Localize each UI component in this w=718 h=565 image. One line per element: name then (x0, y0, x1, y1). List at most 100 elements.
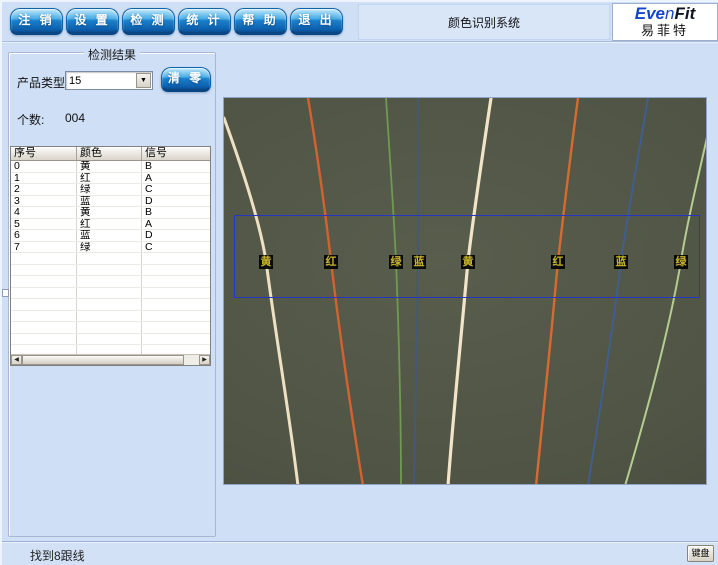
column-header-color[interactable]: 颜色 (77, 147, 142, 160)
table-cell: 4 (11, 207, 77, 218)
wire-color-label: 红 (551, 255, 565, 269)
group-title: 检测结果 (84, 46, 140, 63)
results-table: 序号 颜色 信号 0黄B1红A2绿C3蓝D4黄B5红A6蓝D7绿C ◀ ▶ (10, 146, 211, 366)
wire-green-2 (625, 133, 707, 485)
table-row-empty[interactable] (11, 276, 210, 288)
table-cell (142, 334, 210, 345)
wire-color-label: 绿 (674, 255, 688, 269)
wire-color-label: 红 (324, 255, 338, 269)
table-cell (142, 276, 210, 287)
table-cell (77, 265, 142, 276)
table-cell: C (142, 184, 210, 195)
column-header-signal[interactable]: 信号 (142, 147, 210, 160)
title-panel: 颜色识别系统 (358, 4, 610, 40)
table-cell: 红 (77, 219, 142, 230)
table-row[interactable]: 2绿C (11, 184, 210, 196)
wire-color-label: 黄 (461, 255, 475, 269)
table-body: 0黄B1红A2绿C3蓝D4黄B5红A6蓝D7绿C (11, 161, 210, 357)
toolbar-button-help[interactable]: 帮 助 (234, 8, 287, 35)
table-cell (11, 299, 77, 310)
table-cell: 1 (11, 173, 77, 184)
toolbar-button-exit[interactable]: 退 出 (290, 8, 343, 35)
scroll-left-arrow-icon[interactable]: ◀ (11, 355, 22, 365)
wire-color-label: 黄 (259, 255, 273, 269)
wire-color-label: 蓝 (412, 255, 426, 269)
table-row[interactable]: 3蓝D (11, 196, 210, 208)
table-cell (11, 288, 77, 299)
toolbar-button-logout[interactable]: 注 销 (10, 8, 63, 35)
wire-yellow-1 (224, 118, 298, 485)
table-cell: D (142, 196, 210, 207)
logo: EvenFit 易菲特 (612, 3, 718, 41)
table-cell: 7 (11, 242, 77, 253)
table-cell (142, 265, 210, 276)
table-cell: C (142, 242, 210, 253)
table-row-empty[interactable] (11, 253, 210, 265)
product-type-value: 15 (69, 75, 81, 87)
product-type-label: 产品类型: (17, 74, 68, 91)
table-cell: B (142, 207, 210, 218)
toolbar-button-settings[interactable]: 设 置 (66, 8, 119, 35)
table-row-empty[interactable] (11, 265, 210, 277)
table-cell (11, 322, 77, 333)
table-cell (77, 288, 142, 299)
table-cell (77, 276, 142, 287)
table-cell: A (142, 219, 210, 230)
table-cell (142, 288, 210, 299)
status-bar: 找到8跟线 键盘 (2, 541, 718, 565)
table-row[interactable]: 5红A (11, 219, 210, 231)
table-row-empty[interactable] (11, 334, 210, 346)
table-cell: 绿 (77, 242, 142, 253)
column-header-index[interactable]: 序号 (11, 147, 77, 160)
table-cell: 2 (11, 184, 77, 195)
table-row[interactable]: 7绿C (11, 242, 210, 254)
status-message: 找到8跟线 (30, 547, 85, 564)
table-row-empty[interactable] (11, 299, 210, 311)
keyboard-button[interactable]: 键盘 (687, 545, 714, 562)
clear-button[interactable]: 清 零 (161, 67, 211, 92)
table-cell (77, 311, 142, 322)
table-row-empty[interactable] (11, 322, 210, 334)
table-cell (77, 334, 142, 345)
table-cell (11, 265, 77, 276)
table-cell: 黄 (77, 161, 142, 172)
table-row-empty[interactable] (11, 288, 210, 300)
table-cell: B (142, 161, 210, 172)
table-cell: D (142, 230, 210, 241)
toolbar-button-detect[interactable]: 检 测 (122, 8, 175, 35)
table-cell (142, 253, 210, 264)
table-row[interactable]: 6蓝D (11, 230, 210, 242)
table-cell (142, 299, 210, 310)
table-cell (11, 311, 77, 322)
table-cell (77, 322, 142, 333)
table-cell (11, 276, 77, 287)
count-value: 004 (65, 111, 85, 125)
scroll-right-arrow-icon[interactable]: ▶ (199, 355, 210, 365)
table-cell (11, 334, 77, 345)
table-cell: 绿 (77, 184, 142, 195)
table-cell (11, 253, 77, 264)
panel-resize-handle[interactable] (2, 289, 9, 297)
wire-color-label: 蓝 (614, 255, 628, 269)
table-row-empty[interactable] (11, 311, 210, 323)
toolbar-button-stats[interactable]: 统 计 (178, 8, 231, 35)
product-type-select[interactable]: 15 ▼ (65, 71, 153, 90)
chevron-down-icon[interactable]: ▼ (136, 73, 151, 88)
table-cell: 3 (11, 196, 77, 207)
table-cell: 0 (11, 161, 77, 172)
table-row[interactable]: 0黄B (11, 161, 210, 173)
table-cell: A (142, 173, 210, 184)
table-cell: 5 (11, 219, 77, 230)
table-cell (142, 322, 210, 333)
table-cell: 6 (11, 230, 77, 241)
table-row[interactable]: 4黄B (11, 207, 210, 219)
table-cell (77, 299, 142, 310)
table-hscrollbar[interactable]: ◀ ▶ (11, 354, 210, 365)
wire-color-label: 绿 (389, 255, 403, 269)
logo-subtitle: 易菲特 (613, 23, 717, 39)
table-header: 序号 颜色 信号 (11, 147, 210, 161)
table-cell: 蓝 (77, 196, 142, 207)
scrollbar-thumb[interactable] (22, 355, 184, 365)
table-row[interactable]: 1红A (11, 173, 210, 185)
table-cell: 红 (77, 173, 142, 184)
